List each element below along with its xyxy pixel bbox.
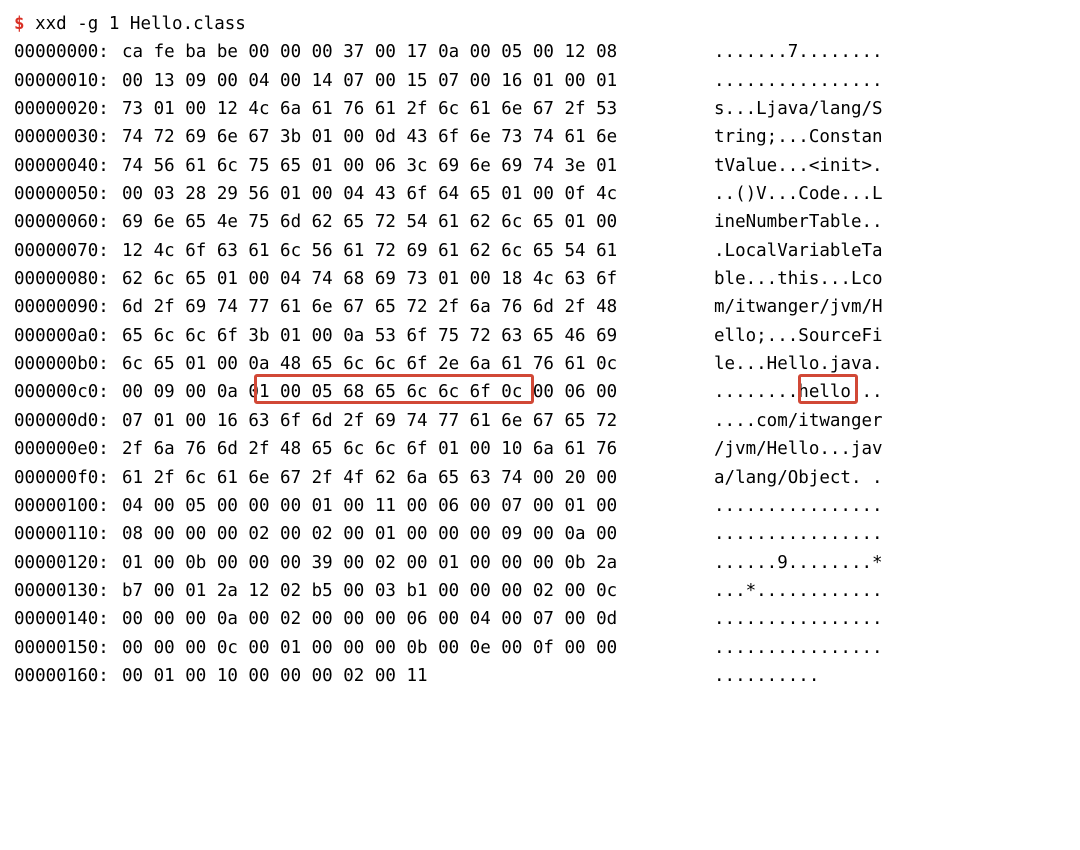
- hexdump-row: 00000010:00 13 09 00 04 00 14 07 00 15 0…: [14, 67, 1066, 95]
- hexdump-row: 00000130:b7 00 01 2a 12 02 b5 00 03 b1 0…: [14, 577, 1066, 605]
- hexdump-row: 00000020:73 01 00 12 4c 6a 61 76 61 2f 6…: [14, 95, 1066, 123]
- ascii-column: ineNumberTable..: [714, 208, 883, 236]
- ascii-column: ................: [714, 605, 883, 633]
- hex-bytes: 07 01 00 16 63 6f 6d 2f 69 74 77 61 6e 6…: [122, 407, 674, 435]
- ascii-column: /jvm/Hello...jav: [714, 435, 883, 463]
- highlight-ascii: [798, 374, 858, 404]
- command-text: xxd -g 1 Hello.class: [35, 14, 246, 34]
- hex-bytes: 00 03 28 29 56 01 00 04 43 6f 64 65 01 0…: [122, 180, 674, 208]
- offset: 000000b0:: [14, 350, 122, 378]
- hexdump-row: 00000030:74 72 69 6e 67 3b 01 00 0d 43 6…: [14, 123, 1066, 151]
- offset: 00000060:: [14, 208, 122, 236]
- ascii-column: ...*............: [714, 577, 883, 605]
- offset: 000000c0:: [14, 378, 122, 406]
- hex-bytes: 6d 2f 69 74 77 61 6e 67 65 72 2f 6a 76 6…: [122, 293, 674, 321]
- ascii-column: ble...this...Lco: [714, 265, 883, 293]
- hexdump-output: 00000000:ca fe ba be 00 00 00 37 00 17 0…: [14, 38, 1066, 690]
- hex-bytes: 08 00 00 00 02 00 02 00 01 00 00 00 09 0…: [122, 520, 674, 548]
- hexdump-row: 00000110:08 00 00 00 02 00 02 00 01 00 0…: [14, 520, 1066, 548]
- offset: 00000140:: [14, 605, 122, 633]
- hex-bytes: 01 00 0b 00 00 00 39 00 02 00 01 00 00 0…: [122, 549, 674, 577]
- hex-bytes: 00 00 00 0a 00 02 00 00 00 06 00 04 00 0…: [122, 605, 674, 633]
- highlight-hex: [254, 374, 534, 404]
- hex-bytes: 00 09 00 0a 01 00 05 68 65 6c 6c 6f 0c 0…: [122, 378, 674, 406]
- offset: 00000050:: [14, 180, 122, 208]
- hex-bytes: 74 56 61 6c 75 65 01 00 06 3c 69 6e 69 7…: [122, 152, 674, 180]
- hex-bytes: 6c 65 01 00 0a 48 65 6c 6c 6f 2e 6a 61 7…: [122, 350, 674, 378]
- hexdump-row: 00000040:74 56 61 6c 75 65 01 00 06 3c 6…: [14, 152, 1066, 180]
- hex-bytes: 74 72 69 6e 67 3b 01 00 0d 43 6f 6e 73 7…: [122, 123, 674, 151]
- ascii-column: .LocalVariableTa: [714, 237, 883, 265]
- offset: 00000000:: [14, 38, 122, 66]
- offset: 00000010:: [14, 67, 122, 95]
- offset: 000000d0:: [14, 407, 122, 435]
- offset: 00000070:: [14, 237, 122, 265]
- hex-bytes: 69 6e 65 4e 75 6d 62 65 72 54 61 62 6c 6…: [122, 208, 674, 236]
- hexdump-row: 00000080:62 6c 65 01 00 04 74 68 69 73 0…: [14, 265, 1066, 293]
- offset: 00000080:: [14, 265, 122, 293]
- ascii-column: ................: [714, 520, 883, 548]
- hexdump-row: 00000070:12 4c 6f 63 61 6c 56 61 72 69 6…: [14, 237, 1066, 265]
- hexdump-row: 000000f0:61 2f 6c 61 6e 67 2f 4f 62 6a 6…: [14, 464, 1066, 492]
- offset: 00000120:: [14, 549, 122, 577]
- hex-bytes: 61 2f 6c 61 6e 67 2f 4f 62 6a 65 63 74 0…: [122, 464, 674, 492]
- ascii-column: ................: [714, 492, 883, 520]
- offset: 000000f0:: [14, 464, 122, 492]
- hexdump-row: 00000100:04 00 05 00 00 00 01 00 11 00 0…: [14, 492, 1066, 520]
- offset: 00000150:: [14, 634, 122, 662]
- hexdump-row: 00000120:01 00 0b 00 00 00 39 00 02 00 0…: [14, 549, 1066, 577]
- ascii-column: tring;...Constan: [714, 123, 883, 151]
- hex-bytes: 2f 6a 76 6d 2f 48 65 6c 6c 6f 01 00 10 6…: [122, 435, 674, 463]
- hex-bytes: 73 01 00 12 4c 6a 61 76 61 2f 6c 61 6e 6…: [122, 95, 674, 123]
- hexdump-row: 000000b0:6c 65 01 00 0a 48 65 6c 6c 6f 2…: [14, 350, 1066, 378]
- hexdump-row: 000000d0:07 01 00 16 63 6f 6d 2f 69 74 7…: [14, 407, 1066, 435]
- hexdump-row: 00000050:00 03 28 29 56 01 00 04 43 6f 6…: [14, 180, 1066, 208]
- hex-bytes: 04 00 05 00 00 00 01 00 11 00 06 00 07 0…: [122, 492, 674, 520]
- command-line: $ xxd -g 1 Hello.class: [14, 10, 1066, 38]
- hex-bytes: 00 01 00 10 00 00 00 02 00 11: [122, 662, 674, 690]
- ascii-column: ello;...SourceFi: [714, 322, 883, 350]
- ascii-column: m/itwanger/jvm/H: [714, 293, 883, 321]
- ascii-column: ......9........*: [714, 549, 883, 577]
- ascii-column: a/lang/Object. .: [714, 464, 883, 492]
- ascii-column: ..()V...Code...L: [714, 180, 883, 208]
- hexdump-row: 00000150:00 00 00 0c 00 01 00 00 00 0b 0…: [14, 634, 1066, 662]
- hex-bytes: ca fe ba be 00 00 00 37 00 17 0a 00 05 0…: [122, 38, 674, 66]
- ascii-column: ........hello...: [714, 378, 883, 406]
- hexdump-row: 00000140:00 00 00 0a 00 02 00 00 00 06 0…: [14, 605, 1066, 633]
- hex-bytes: 12 4c 6f 63 61 6c 56 61 72 69 61 62 6c 6…: [122, 237, 674, 265]
- hexdump-row: 000000a0:65 6c 6c 6f 3b 01 00 0a 53 6f 7…: [14, 322, 1066, 350]
- hex-bytes: b7 00 01 2a 12 02 b5 00 03 b1 00 00 00 0…: [122, 577, 674, 605]
- shell-prompt: $: [14, 14, 25, 34]
- ascii-column: s...Ljava/lang/S: [714, 95, 883, 123]
- offset: 00000130:: [14, 577, 122, 605]
- hexdump-row: 00000060:69 6e 65 4e 75 6d 62 65 72 54 6…: [14, 208, 1066, 236]
- ascii-column: ..........: [714, 662, 819, 690]
- hexdump-row: 00000160:00 01 00 10 00 00 00 02 00 11..…: [14, 662, 1066, 690]
- offset: 000000a0:: [14, 322, 122, 350]
- ascii-column: le...Hello.java.: [714, 350, 883, 378]
- ascii-column: ................: [714, 634, 883, 662]
- hex-bytes: 62 6c 65 01 00 04 74 68 69 73 01 00 18 4…: [122, 265, 674, 293]
- offset: 00000110:: [14, 520, 122, 548]
- offset: 00000100:: [14, 492, 122, 520]
- hexdump-row: 000000e0:2f 6a 76 6d 2f 48 65 6c 6c 6f 0…: [14, 435, 1066, 463]
- offset: 00000160:: [14, 662, 122, 690]
- offset: 00000090:: [14, 293, 122, 321]
- offset: 000000e0:: [14, 435, 122, 463]
- ascii-column: ................: [714, 67, 883, 95]
- offset: 00000030:: [14, 123, 122, 151]
- hexdump-row: 00000000:ca fe ba be 00 00 00 37 00 17 0…: [14, 38, 1066, 66]
- hex-bytes: 00 00 00 0c 00 01 00 00 00 0b 00 0e 00 0…: [122, 634, 674, 662]
- hexdump-row: 000000c0:00 09 00 0a 01 00 05 68 65 6c 6…: [14, 378, 1066, 406]
- hex-bytes: 00 13 09 00 04 00 14 07 00 15 07 00 16 0…: [122, 67, 674, 95]
- hexdump-row: 00000090:6d 2f 69 74 77 61 6e 67 65 72 2…: [14, 293, 1066, 321]
- ascii-column: .......7........: [714, 38, 883, 66]
- ascii-column: ....com/itwanger: [714, 407, 883, 435]
- offset: 00000040:: [14, 152, 122, 180]
- ascii-column: tValue...<init>.: [714, 152, 883, 180]
- hex-bytes: 65 6c 6c 6f 3b 01 00 0a 53 6f 75 72 63 6…: [122, 322, 674, 350]
- offset: 00000020:: [14, 95, 122, 123]
